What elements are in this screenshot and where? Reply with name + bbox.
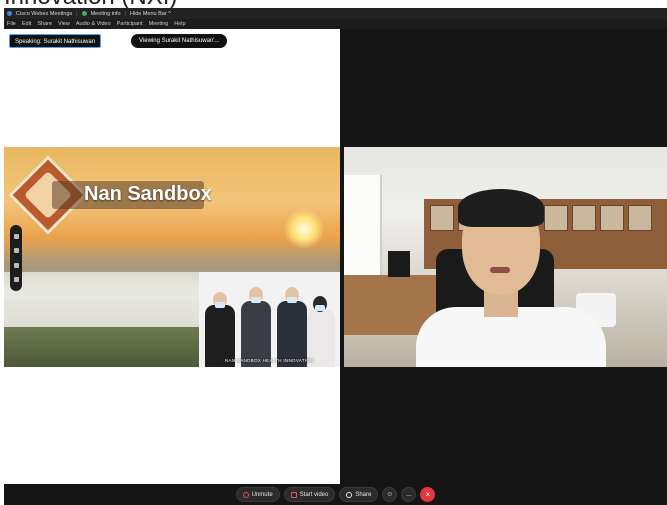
shared-content-pane: Speaking: Surakit Nathisuwan Viewing Sur… (4, 29, 340, 484)
title-bar: Cisco Webex Meetings | Meeting info | Hi… (4, 8, 667, 19)
highlighter-tool-icon[interactable] (13, 262, 19, 268)
unmute-button[interactable]: Unmute (235, 487, 280, 502)
menu-file[interactable]: File (7, 21, 16, 27)
cabinet-cell (430, 205, 454, 231)
speaker-hair (458, 189, 544, 227)
participant-video[interactable] (344, 147, 667, 367)
menu-participant[interactable]: Participant (117, 21, 143, 27)
cabinet-cell (628, 205, 652, 231)
presentation-slide: Nan Sandbox NAN SANDBOX HEALTH INNOVATIO… (4, 147, 340, 367)
hide-menu-bar-button[interactable]: Hide Menu Bar ^ (130, 11, 171, 17)
meeting-info-link[interactable]: Meeting info (91, 11, 121, 17)
cabinet-cell (572, 205, 596, 231)
separator: | (124, 10, 126, 17)
face-mask (287, 297, 297, 303)
face-mask (251, 297, 261, 303)
menu-view[interactable]: View (58, 21, 70, 27)
slide-title: Nan Sandbox (84, 183, 212, 205)
viewing-indicator[interactable]: Viewing Surakit Nathisuwan'... (131, 34, 228, 48)
monitor-image (388, 251, 410, 277)
speaking-indicator: Speaking: Surakit Nathisuwan (9, 34, 102, 48)
menu-audio-video[interactable]: Audio & Video (76, 21, 111, 27)
start-video-label: Start video (299, 491, 329, 498)
reactions-button[interactable]: ☺ (382, 487, 398, 502)
share-button[interactable]: Share (339, 487, 379, 502)
end-call-button[interactable]: × (420, 487, 436, 502)
webex-logo-icon (7, 11, 12, 16)
pointer-tool-icon[interactable] (13, 233, 19, 239)
more-options-button[interactable]: ... (401, 487, 417, 502)
emoji-icon: ☺ (386, 491, 394, 498)
face-mask (315, 305, 325, 311)
team-photo: NAN SANDBOX HEALTH INNOVATION (199, 272, 340, 367)
share-label: Share (355, 491, 372, 498)
menu-bar: File Edit Share View Audio & Video Parti… (4, 19, 667, 29)
menu-share[interactable]: Share (37, 21, 52, 27)
window-blind-image (344, 175, 382, 285)
cabinet-cell (544, 205, 568, 231)
photo-caption: NAN SANDBOX HEALTH INNOVATION (225, 358, 314, 363)
microphone-muted-icon (242, 491, 249, 498)
menu-help[interactable]: Help (174, 21, 185, 27)
pen-tool-icon[interactable] (13, 248, 19, 254)
speaker-mouth (490, 267, 510, 273)
end-call-icon: × (425, 490, 431, 499)
more-options-icon: ... (405, 491, 412, 498)
video-off-icon (290, 491, 297, 498)
face-mask (215, 302, 225, 308)
annotation-toolbar (10, 225, 22, 291)
menu-edit[interactable]: Edit (22, 21, 31, 27)
info-icon[interactable] (81, 11, 87, 16)
cabinet-cell (600, 205, 624, 231)
eraser-tool-icon[interactable] (13, 277, 19, 283)
separator: | (76, 10, 78, 17)
page-caption: Innovation (NXI) (0, 0, 667, 8)
start-video-button[interactable]: Start video (283, 487, 336, 502)
app-title: Cisco Webex Meetings (16, 10, 73, 17)
unmute-label: Unmute (251, 491, 273, 498)
meeting-controls: Unmute Start video Share ☺ ... × (4, 484, 667, 505)
share-icon (346, 491, 353, 498)
meeting-window: Cisco Webex Meetings | Meeting info | Hi… (4, 8, 667, 505)
menu-meeting[interactable]: Meeting (149, 21, 169, 27)
